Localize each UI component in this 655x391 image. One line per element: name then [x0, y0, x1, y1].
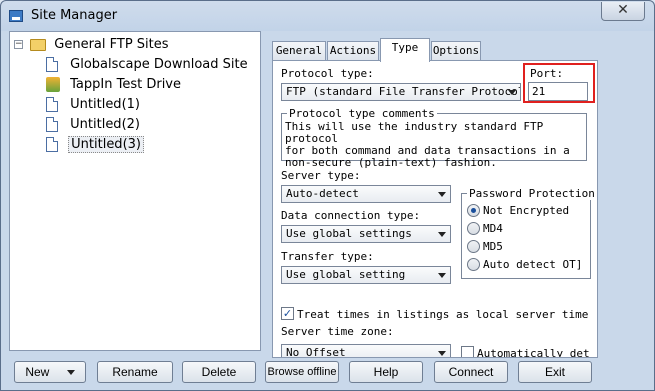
protocol-type-value: FTP (standard File Transfer Protocol [286, 85, 521, 98]
data-connection-value: Use global settings [286, 227, 412, 240]
time-zone-select[interactable]: No Offset [281, 344, 451, 358]
tab-actions[interactable]: Actions [327, 41, 379, 61]
tree-item-label: TappIn Test Drive [70, 77, 181, 92]
document-icon [46, 137, 58, 152]
chevron-down-icon [66, 370, 75, 376]
tab-type[interactable]: Type [380, 38, 430, 62]
data-connection-select[interactable]: Use global settings [281, 225, 451, 243]
comment-line: non-secure (plain-text) fashion. [285, 156, 497, 169]
protocol-comments-label: Protocol type comments [287, 107, 437, 120]
tree-root-general-ftp-sites[interactable]: − General FTP Sites [14, 35, 169, 55]
auto-detect-timezone-label: Automatically det [477, 347, 590, 358]
time-zone-value: No Offset [286, 346, 346, 358]
new-button-label: New [25, 365, 50, 379]
protocol-type-select[interactable]: FTP (standard File Transfer Protocol [281, 83, 521, 101]
window-title: Site Manager [31, 8, 118, 23]
app-icon [9, 10, 23, 22]
treat-times-label: Treat times in listings as local server … [297, 308, 589, 321]
document-icon [46, 117, 58, 132]
tree-item-tappin[interactable]: TappIn Test Drive [46, 75, 181, 95]
radio-not-encrypted[interactable] [467, 204, 480, 217]
chevron-down-icon [438, 273, 446, 278]
transfer-type-label: Transfer type: [281, 250, 374, 263]
document-icon [46, 97, 58, 112]
new-button[interactable]: New [14, 361, 86, 383]
tree-item-label: Untitled(3) [68, 136, 144, 153]
protocol-type-label: Protocol type: [281, 67, 374, 80]
transfer-type-value: Use global setting [286, 268, 406, 281]
treat-times-checkbox[interactable]: ✓ [281, 307, 294, 320]
radio-md4[interactable] [467, 222, 480, 235]
protocol-comments-text: This will use the industry standard FTP … [285, 121, 597, 169]
delete-button[interactable]: Delete [182, 361, 256, 383]
server-type-value: Auto-detect [286, 187, 359, 200]
auto-detect-timezone-checkbox[interactable] [461, 346, 474, 357]
collapse-icon[interactable]: − [14, 40, 23, 49]
radio-label: Auto detect OT] [483, 258, 583, 271]
server-time-zone-label: Server time zone: [281, 325, 394, 338]
tree-item-untitled-1[interactable]: Untitled(1) [46, 95, 140, 115]
server-type-label: Server type: [281, 169, 361, 182]
tree-item-untitled-2[interactable]: Untitled(2) [46, 115, 140, 135]
server-type-select[interactable]: Auto-detect [281, 185, 451, 203]
radio-auto-detect[interactable] [467, 258, 480, 271]
document-icon [46, 57, 58, 72]
exit-button[interactable]: Exit [518, 361, 592, 383]
radio-label: MD5 [483, 240, 503, 253]
title-bar: Site Manager ✕ [1, 1, 654, 31]
tappin-icon [46, 77, 60, 92]
radio-label: MD4 [483, 222, 503, 235]
chevron-down-icon [508, 90, 516, 95]
folder-icon [30, 38, 47, 51]
tree-item-untitled-3[interactable]: Untitled(3) [46, 135, 144, 155]
comment-line: This will use the industry standard FTP … [285, 120, 544, 145]
chevron-down-icon [438, 351, 446, 356]
chevron-down-icon [438, 192, 446, 197]
tree-item-globalscape[interactable]: Globalscape Download Site [46, 55, 248, 75]
transfer-type-select[interactable]: Use global setting [281, 266, 451, 284]
tab-general[interactable]: General [272, 41, 326, 61]
site-manager-window: Site Manager ✕ − General FTP Sites Globa… [0, 0, 655, 391]
browse-offline-button[interactable]: Browse offline [265, 361, 339, 383]
close-button[interactable]: ✕ [601, 2, 645, 21]
tab-options[interactable]: Options [431, 41, 481, 61]
type-tab-panel: Protocol type: FTP (standard File Transf… [272, 60, 598, 358]
rename-button[interactable]: Rename [97, 361, 173, 383]
tree-item-label: Untitled(2) [70, 117, 140, 132]
site-tree[interactable]: − General FTP Sites Globalscape Download… [9, 31, 261, 351]
chevron-down-icon [438, 232, 446, 237]
tree-item-label: Untitled(1) [70, 97, 140, 112]
connect-button[interactable]: Connect [434, 361, 508, 383]
radio-md5[interactable] [467, 240, 480, 253]
password-protection-label: Password Protection [467, 187, 597, 200]
data-connection-label: Data connection type: [281, 209, 421, 222]
radio-label: Not Encrypted [483, 204, 570, 217]
port-highlight-box [523, 63, 595, 103]
tree-item-label: Globalscape Download Site [70, 57, 248, 72]
tree-item-label: General FTP Sites [54, 37, 169, 52]
help-button[interactable]: Help [349, 361, 423, 383]
